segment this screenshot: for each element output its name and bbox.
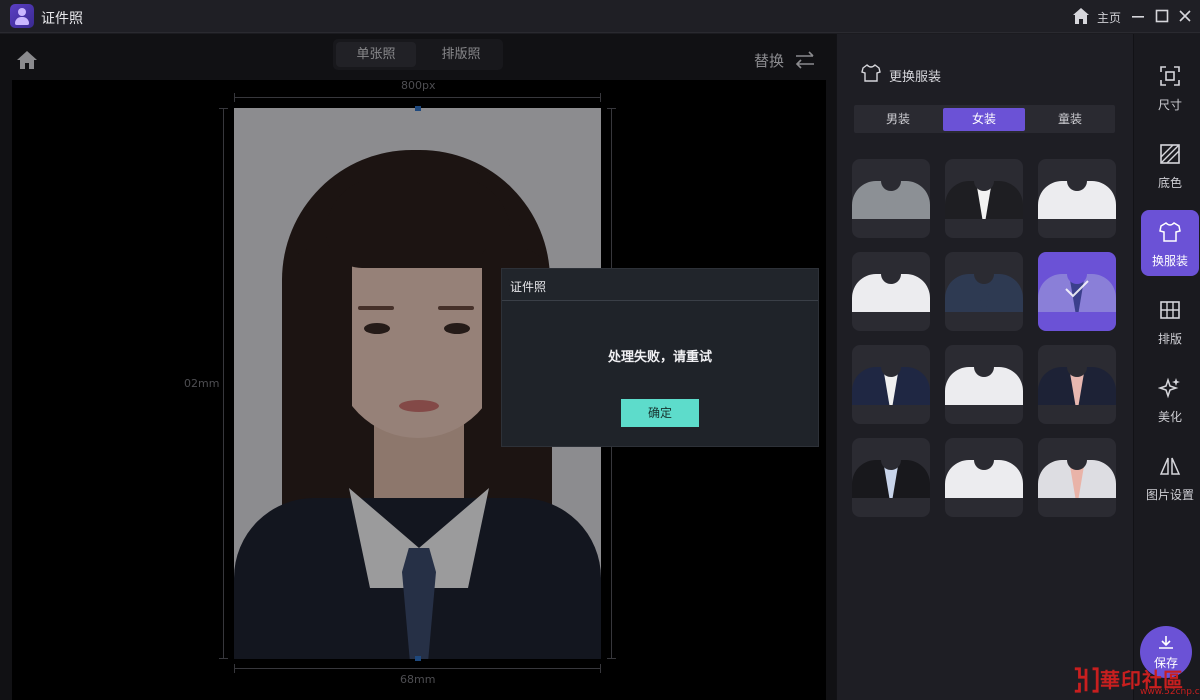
nav-label-clothing: 换服装: [1151, 254, 1188, 268]
ok-button[interactable]: 确定: [621, 399, 699, 427]
home-link[interactable]: 主页: [1097, 9, 1121, 26]
grid-icon: [1160, 301, 1180, 319]
flip-icon: [1159, 457, 1181, 475]
nav-label-beautify: 美化: [1157, 410, 1182, 424]
clothing-panel: 更换服装 男装 女装 童装: [836, 34, 1133, 700]
home-icon[interactable]: [1072, 7, 1090, 25]
hatch-icon: [1160, 144, 1180, 164]
outfit-item-black-suit-blue-shirt[interactable]: [852, 438, 930, 517]
panel-title: 更换服装: [889, 70, 942, 85]
tab-kids[interactable]: 童装: [1029, 108, 1111, 131]
app-window: 证件照 主页 单张照 排版照 替换 800px 02mm 68mm 证件照 处理…: [0, 0, 1200, 700]
nav-item-layout[interactable]: 排版: [1141, 288, 1199, 354]
maximize-icon[interactable]: [1152, 6, 1172, 26]
tshirt-icon: [1159, 222, 1181, 242]
category-tabs: 男装 女装 童装: [854, 105, 1115, 133]
frame-icon: [1160, 66, 1180, 86]
tab-men[interactable]: 男装: [857, 108, 939, 131]
outfit-item-gray-polo[interactable]: [852, 159, 930, 238]
title-bar: 证件照 主页: [0, 0, 1200, 33]
nav-label-layout: 排版: [1157, 332, 1182, 346]
tshirt-icon: [861, 64, 881, 82]
watermark-logo-icon: [1074, 667, 1099, 693]
outfit-item-white-polo[interactable]: [852, 252, 930, 331]
app-logo-icon: [10, 4, 34, 28]
checkmark-icon: [1065, 280, 1089, 298]
nav-item-clothing[interactable]: 换服装: [1141, 210, 1199, 276]
error-dialog: 证件照 处理失败，请重试 确定: [501, 268, 819, 447]
outfit-item-navy-polo[interactable]: [945, 252, 1023, 331]
outfit-item-white-shirt-black-ribbon[interactable]: [1038, 159, 1116, 238]
dialog-title: 证件照: [510, 280, 547, 294]
outfit-item-black-suit-red-bow[interactable]: [945, 159, 1023, 238]
right-nav: 尺寸 底色 换服装 排版 美化 图片设置 保存: [1133, 34, 1200, 700]
nav-item-size[interactable]: 尺寸: [1141, 54, 1199, 120]
nav-label-image-settings: 图片设置: [1145, 488, 1194, 502]
download-icon: [1159, 636, 1173, 649]
outfit-item-white-polo-navy-trim[interactable]: [945, 345, 1023, 424]
watermark: 華印社區 www.52cnp.com: [1068, 662, 1200, 698]
app-title: 证件照: [41, 11, 83, 27]
outfit-item-navy-polo-pink-trim[interactable]: [1038, 345, 1116, 424]
close-icon[interactable]: [1175, 6, 1195, 26]
nav-item-image-settings[interactable]: 图片设置: [1141, 444, 1199, 510]
tab-women[interactable]: 女装: [943, 108, 1025, 131]
outfit-item-purple-blouse-navy-tie[interactable]: [1038, 252, 1116, 331]
minimize-icon[interactable]: [1128, 6, 1148, 26]
nav-label-background: 底色: [1157, 176, 1182, 190]
dialog-message: 处理失败，请重试: [607, 350, 712, 365]
nav-item-beautify[interactable]: 美化: [1141, 366, 1199, 432]
outfit-item-white-shirt-red-bow[interactable]: [945, 438, 1023, 517]
nav-label-size: 尺寸: [1157, 98, 1182, 112]
dialog-header: 证件照: [502, 269, 818, 301]
outfit-item-white-sailor-pink-bow[interactable]: [1038, 438, 1116, 517]
watermark-url: www.52cnp.com: [1140, 687, 1200, 697]
nav-item-background[interactable]: 底色: [1141, 132, 1199, 198]
outfit-item-navy-sailor-white-stripes[interactable]: [852, 345, 930, 424]
sparkle-icon: [1158, 377, 1180, 399]
